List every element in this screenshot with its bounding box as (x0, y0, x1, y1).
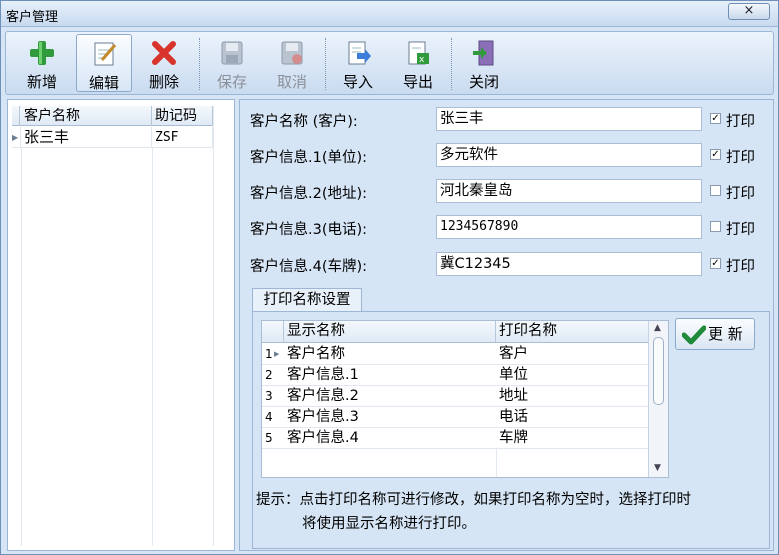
print-grid-header: 显示名称 打印名称 (262, 321, 648, 343)
scrollbar-thumb[interactable] (653, 337, 664, 405)
cell-print-name[interactable]: 单位 (496, 365, 648, 386)
grid-line (152, 148, 153, 546)
label-customer-info-3: 客户信息.3(电话): (250, 222, 368, 238)
cancel-icon (281, 41, 303, 65)
delete-icon (152, 41, 176, 65)
print-name-grid: 显示名称 打印名称 1 ▶ 客户名称 客户 2 客户信息.1 单位 3 客户信息… (261, 320, 669, 478)
print-label: 打印 (726, 150, 755, 166)
cell-display-name: 客户信息.4 (287, 430, 359, 446)
scroll-down-icon[interactable]: ▼ (654, 463, 661, 473)
hint-line-1: 提示：点击打印名称可进行修改，如果打印名称为空时，选择打印时 (256, 492, 691, 508)
edit-icon (94, 42, 117, 66)
cell-print-name[interactable]: 地址 (496, 386, 648, 407)
table-row[interactable]: 3 客户信息.2 地址 (262, 386, 648, 407)
save-icon (221, 41, 243, 65)
import-icon (348, 41, 371, 65)
customer-info-3-input[interactable]: 1234567890 (436, 215, 702, 239)
toolbar-separator (325, 38, 327, 90)
header-display-name[interactable]: 显示名称 (284, 321, 496, 342)
cell-print-name[interactable]: 车牌 (496, 428, 648, 449)
grid-line (213, 106, 214, 546)
row-number-header (262, 321, 284, 342)
customer-info-1-input[interactable]: 多元软件 (436, 143, 702, 167)
cell-display-name: 客户信息.1 (287, 367, 359, 383)
row-indicator-header (12, 106, 20, 126)
close-door-icon (473, 40, 494, 66)
export-icon: x (408, 41, 429, 65)
label-customer-info-1: 客户信息.1(单位): (250, 150, 368, 166)
grid-line (21, 148, 22, 546)
print-label: 打印 (726, 222, 755, 238)
print-label: 打印 (726, 114, 755, 130)
header-customer-name[interactable]: 客户名称 (21, 106, 152, 126)
print-label: 打印 (726, 186, 755, 202)
customer-name-input[interactable]: 张三丰 (436, 107, 702, 131)
table-row[interactable]: 4 客户信息.3 电话 (262, 407, 648, 428)
cell-print-name[interactable]: 电话 (496, 407, 648, 428)
row-number: 4 (265, 410, 273, 424)
table-row[interactable]: 5 客户信息.4 车牌 (262, 428, 648, 449)
window-close-button[interactable]: × (728, 3, 770, 20)
save-button[interactable]: 保存 (204, 34, 260, 92)
toolbar-separator (451, 38, 453, 90)
label-customer-info-4: 客户信息.4(车牌): (250, 259, 368, 275)
edit-button[interactable]: 编辑 (76, 34, 132, 92)
table-row[interactable]: ▶ 张三丰 ZSF (12, 127, 213, 148)
svg-text:x: x (419, 55, 425, 65)
row-number: 3 (265, 389, 273, 403)
header-mnemonic-code[interactable]: 助记码 (152, 106, 213, 126)
cell-mnemonic-code[interactable]: ZSF (152, 127, 213, 148)
header-print-name[interactable]: 打印名称 (496, 321, 648, 342)
row-number: 5 (265, 431, 273, 445)
print-checkbox-info-4[interactable]: ✓ (710, 258, 721, 269)
import-button[interactable]: 导入 (330, 34, 386, 92)
row-pointer-icon: ▶ (12, 127, 21, 148)
scroll-up-icon[interactable]: ▲ (654, 323, 661, 333)
cell-display-name: 客户名称 (287, 346, 345, 362)
grid-line (496, 449, 497, 477)
row-pointer-icon: ▶ (274, 350, 280, 358)
cell-print-name[interactable]: 客户 (496, 344, 648, 365)
window-title: 客户管理 (6, 10, 59, 25)
toolbar: 新增 编辑 删除 保存 取消 导入 x 导出 关闭 (5, 31, 774, 95)
print-checkbox-customer-name[interactable]: ✓ (710, 113, 721, 124)
cell-display-name: 客户信息.2 (287, 388, 359, 404)
row-number: 2 (265, 368, 273, 382)
customer-info-4-input[interactable]: 冀C12345 (436, 252, 702, 276)
customer-detail-panel: 客户名称 (客户): 张三丰 ✓ 打印 客户信息.1(单位): 多元软件 ✓ 打… (239, 99, 774, 551)
title-bar: 客户管理 × (1, 1, 778, 27)
label-customer-info-2: 客户信息.2(地址): (250, 186, 368, 202)
print-grid-scrollbar[interactable]: ▲ ▼ (648, 321, 668, 477)
checkmark-icon (682, 325, 706, 345)
print-checkbox-info-1[interactable]: ✓ (710, 149, 721, 160)
print-checkbox-info-2[interactable] (710, 185, 721, 196)
hint-text: 提示：点击打印名称可进行修改，如果打印名称为空时，选择打印时 将使用显示名称进行… (256, 488, 766, 536)
label-customer-name: 客户名称 (客户): (250, 114, 358, 130)
export-button[interactable]: x 导出 (390, 34, 446, 92)
customer-info-2-input[interactable]: 河北秦皇岛 (436, 179, 702, 203)
print-checkbox-info-3[interactable] (710, 221, 721, 232)
customer-grid-header: 客户名称 助记码 (12, 106, 213, 126)
add-icon (30, 41, 54, 65)
cell-customer-name[interactable]: 张三丰 (21, 127, 152, 148)
cell-display-name: 客户信息.3 (287, 409, 359, 425)
update-button[interactable]: 更 新 (675, 318, 755, 350)
delete-button[interactable]: 删除 (136, 34, 192, 92)
customer-list-panel: 客户名称 助记码 ▶ 张三丰 ZSF (7, 99, 235, 551)
table-row[interactable]: 2 客户信息.1 单位 (262, 365, 648, 386)
print-label: 打印 (726, 259, 755, 275)
add-button[interactable]: 新增 (14, 34, 70, 92)
table-row[interactable]: 1 ▶ 客户名称 客户 (262, 344, 648, 365)
toolbar-separator (199, 38, 201, 90)
tab-print-name-settings[interactable]: 打印名称设置 (252, 288, 362, 312)
customer-management-window: 客户管理 × 新增 编辑 删除 保存 取消 导入 x 导出 关闭 客户名称 助记… (0, 0, 779, 555)
close-button[interactable]: 关闭 (456, 34, 512, 92)
hint-line-2: 将使用显示名称进行打印。 (302, 516, 476, 532)
cancel-button[interactable]: 取消 (264, 34, 320, 92)
close-icon: × (743, 3, 755, 18)
